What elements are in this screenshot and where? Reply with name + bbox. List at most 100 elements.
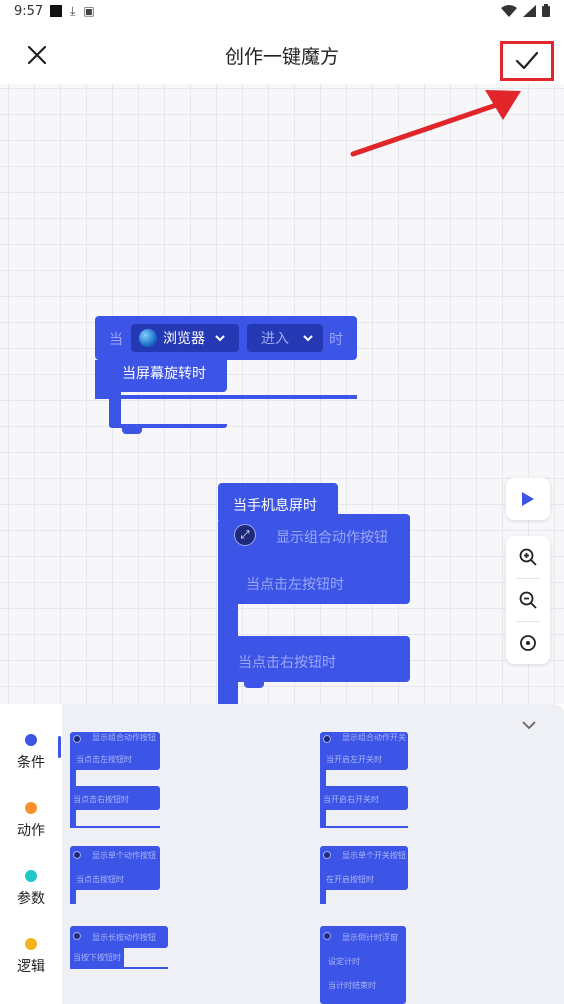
zoom-out-button[interactable] [506,579,550,621]
annotation-arrow-icon [350,90,521,157]
palette-block-line [70,826,160,828]
expand-icon [323,735,331,743]
palette-block-countdown[interactable]: 显示倒计时浮窗 设定计时 当计时结束时 [320,926,406,1004]
palette-block-body [70,888,76,904]
zoom-in-icon [519,548,537,566]
palette-block-body [320,888,326,904]
expand-icon [73,932,81,940]
palette-block-text: 当点击按钮时 [76,875,124,884]
notification-square-icon [50,5,62,17]
app-dropdown[interactable]: 浏览器 [131,324,239,352]
category-label: 条件 [17,755,45,771]
block-suffix-text: 时 [329,332,343,348]
show-combo-block[interactable]: ⤢ 显示组合动作按钮 当点击左按钮时 [230,514,410,604]
signal-icon [523,4,536,17]
zoom-out-icon [519,591,537,609]
notification-icons: ⤓ ▣ [50,5,95,17]
palette-block-text: 当开启左开关时 [326,755,382,764]
check-icon [516,52,538,70]
palette-block-body [70,768,76,788]
palette-block-text: 显示单个动作按钮 [92,851,156,860]
palette-block-single-button[interactable]: 显示单个动作按钮 当点击按钮时 [70,846,160,890]
palette-block-body [320,808,326,828]
palette-block-combo-button[interactable]: 显示组合动作按钮 当点击左按钮时 [70,732,160,770]
battery-icon [542,4,550,17]
palette-block-single-switch[interactable]: 显示单个开关按钮 在开启按钮时 [320,846,408,890]
play-icon [522,492,534,506]
screen-rotate-body [109,390,121,426]
expand-icon [73,735,81,743]
screen-rotate-block[interactable]: 当屏幕旋转时 [109,354,227,392]
expand-icon: ⤢ [234,524,256,546]
chevron-down-icon [522,720,536,729]
block-notch [122,426,142,434]
state-dropdown-value: 进入 [261,331,289,347]
app-notification-icon: ▣ [83,4,95,18]
category-label: 参数 [17,891,45,907]
category-dot-icon [25,802,37,814]
palette-block-right-switch[interactable]: 当开启右开关时 [320,786,408,810]
top-bar: 创作一键魔方 [0,24,564,84]
run-button[interactable] [506,478,550,520]
category-label: 动作 [17,823,45,839]
palette-block-press[interactable]: 当按下按钮时 [70,946,124,968]
zoom-in-button[interactable] [506,536,550,578]
category-dot-icon [25,938,37,950]
palette-block-text: 当点击左按钮时 [76,755,132,764]
palette-block-text: 显示长按动作按钮 [92,933,156,942]
palette-block-text: 当点击右按钮时 [73,795,129,804]
download-icon: ⤓ [70,4,76,18]
block-canvas[interactable]: 当 浏览器 进入 时 当屏幕旋转时 当手机息屏时 ⤢ 显示组合动作按钮 当点击左… [0,84,564,704]
confirm-button[interactable] [500,41,554,81]
block-palette-panel: 条件 动作 参数 逻辑 显示组合动作按钮 当点击左按钮时 当点击右按钮时 显示单… [0,704,564,1004]
category-logic[interactable]: 逻辑 [0,938,62,998]
category-dot-icon [25,870,37,882]
palette-block-text: 显示组合动作按钮 [92,733,156,742]
category-label: 逻辑 [17,959,45,975]
screen-off-text: 当手机息屏时 [233,498,317,514]
collapse-panel-button[interactable] [516,714,542,736]
recenter-button[interactable] [506,622,550,664]
page-title: 创作一键魔方 [224,46,339,68]
palette-block-text: 设定计时 [328,957,360,966]
right-click-block[interactable]: 当点击右按钮时 [230,636,410,682]
screen-rotate-text: 当屏幕旋转时 [122,366,206,382]
palette-block-right-click[interactable]: 当点击右按钮时 [70,786,160,810]
system-icons [501,4,550,17]
left-click-text: 当点击左按钮时 [246,577,344,593]
palette-block-text: 显示单个开关按钮 [342,851,406,860]
show-combo-text: 显示组合动作按钮 [276,530,388,546]
palette-block-text: 当计时结束时 [328,981,376,990]
palette-block-line [70,967,168,969]
palette-block-text: 在开启按钮时 [326,875,374,884]
chevron-down-icon [303,334,313,341]
right-click-text: 当点击右按钮时 [238,655,336,671]
palette-block-combo-switch[interactable]: 显示组合动作开关 当开启左开关时 [320,732,408,770]
category-list: 条件 动作 参数 逻辑 [0,704,62,1004]
category-dot-icon [25,734,37,746]
palette-block-text: 当按下按钮时 [73,953,121,962]
category-selected-indicator [58,736,61,758]
app-dropdown-value: 浏览器 [163,331,205,347]
palette-block-long-press[interactable]: 显示长按动作按钮 [70,926,168,948]
status-time: 9:57 [14,4,44,19]
zoom-controls [506,536,550,664]
wifi-icon [501,4,517,17]
block-prefix-text: 当 [109,332,123,348]
palette-block-text: 显示倒计时浮窗 [342,933,398,942]
palette-block-text: 当开启右开关时 [323,795,379,804]
right-click-body [230,680,238,704]
category-condition[interactable]: 条件 [0,734,62,794]
palette-block-body [320,768,326,788]
category-param[interactable]: 参数 [0,870,62,930]
expand-icon [323,851,331,859]
category-action[interactable]: 动作 [0,802,62,862]
palette-block-text: 显示组合动作开关 [342,733,406,742]
palette-block-line [320,826,408,828]
palette-block-body [70,808,76,828]
left-click-body [230,602,238,638]
block-notch [244,680,264,688]
status-bar: 9:57 ⤓ ▣ [0,0,564,24]
state-dropdown[interactable]: 进入 [247,324,323,352]
target-icon [520,635,536,651]
